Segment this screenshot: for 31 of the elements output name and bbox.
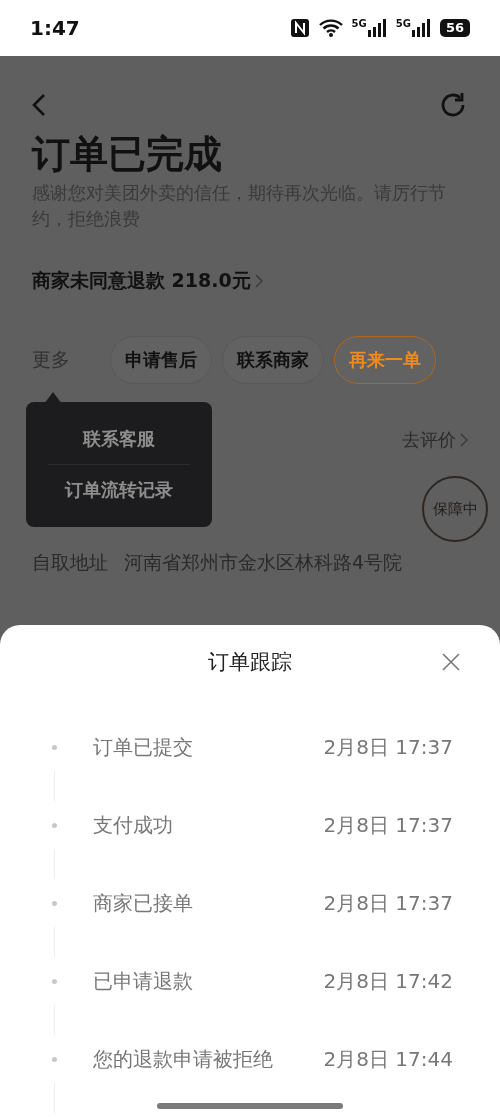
signal-icon — [367, 19, 388, 37]
tracking-status: 已申请退款 — [93, 967, 194, 995]
menu-item[interactable]: 订单流转记录 — [26, 465, 212, 515]
refund-notice[interactable]: 商家未同意退款 218.0元 — [32, 268, 251, 294]
tracking-status: 支付成功 — [93, 811, 174, 839]
back-icon[interactable] — [32, 93, 46, 117]
chevron-icon — [460, 433, 468, 447]
stamp-mark: 保障中 — [422, 476, 488, 542]
nfc-icon — [289, 18, 310, 38]
signal-icon — [411, 19, 432, 37]
sheet-title: 订单跟踪 — [208, 649, 292, 676]
tracking-time: 2月8日 17:37 — [323, 733, 453, 761]
close-icon[interactable] — [442, 653, 460, 671]
tracking-status: 订单已提交 — [93, 733, 194, 761]
wifi-icon — [317, 18, 344, 38]
chevron-icon — [254, 274, 263, 288]
network-type: 5G — [351, 19, 367, 29]
action-button[interactable]: 联系商家 — [222, 336, 324, 384]
order-status-title: 订单已完成 — [32, 131, 223, 178]
tracking-time: 2月8日 17:44 — [323, 1045, 453, 1073]
action-button[interactable]: 申请售后 — [110, 336, 212, 384]
tracking-time: 2月8日 17:42 — [323, 967, 453, 995]
tracking-status: 您的退款申请被拒绝 — [93, 1045, 274, 1073]
status-time: 1:47 — [30, 16, 80, 40]
tracking-status: 商家已接单 — [93, 889, 194, 917]
tracking-time: 2月8日 17:37 — [323, 889, 453, 917]
action-button[interactable]: 再来一单 — [334, 336, 436, 384]
tracking-time: 2月8日 17:37 — [323, 811, 453, 839]
menu-item[interactable]: 联系客服 — [26, 414, 212, 464]
network-type: 5G — [395, 19, 411, 29]
battery-level: 56 — [439, 19, 470, 37]
